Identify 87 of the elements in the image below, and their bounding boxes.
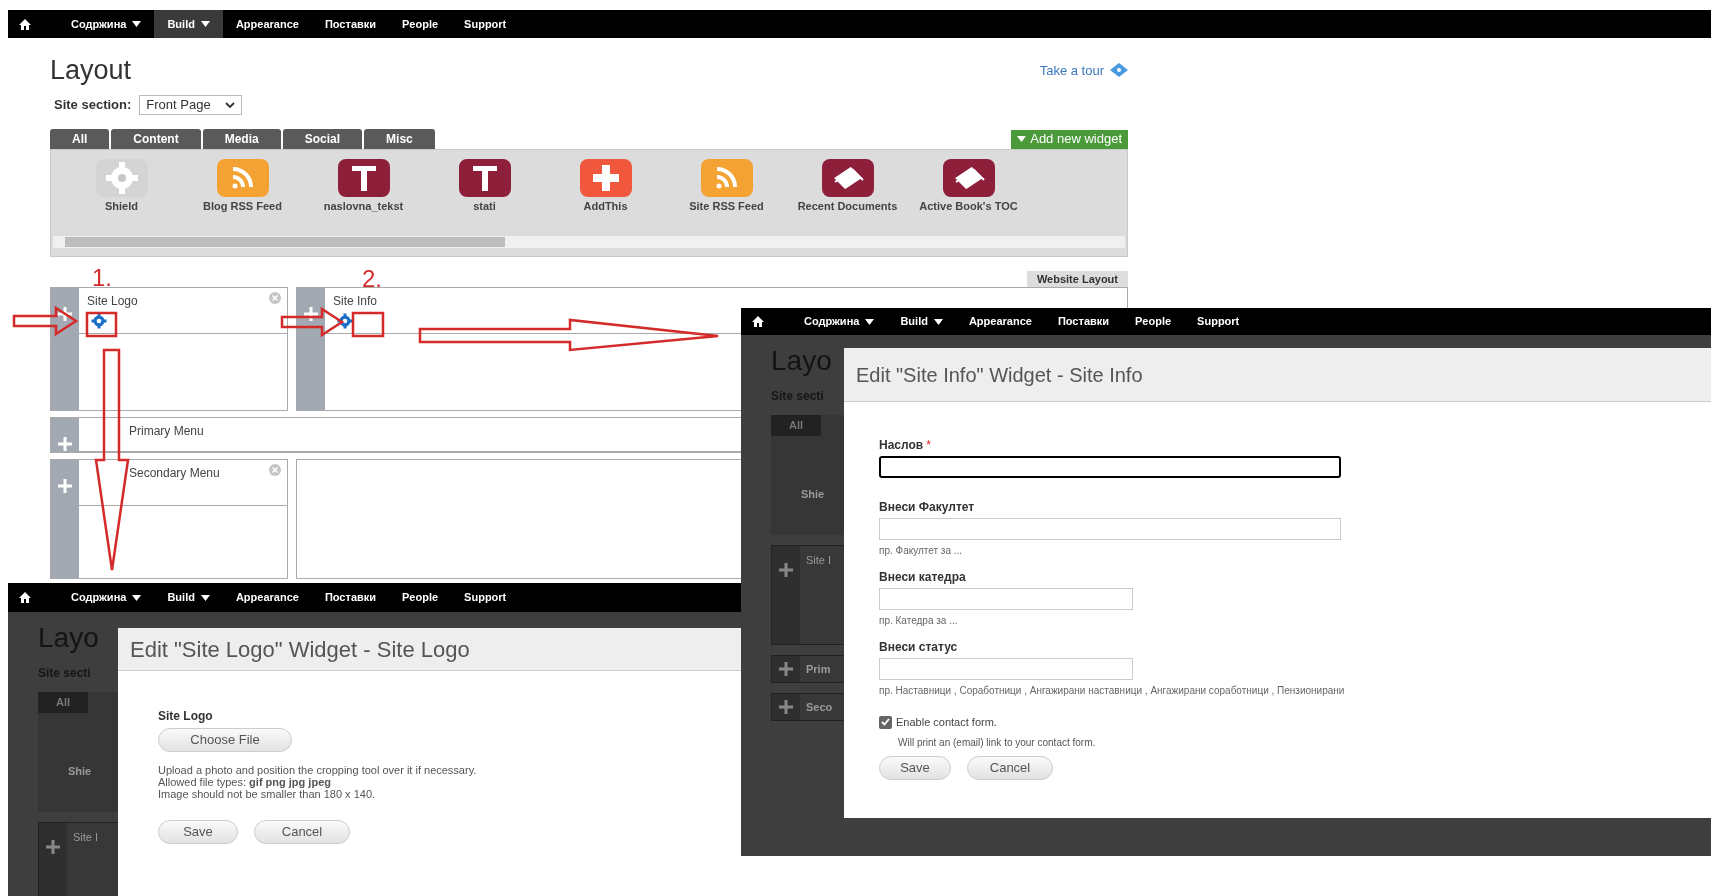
text-widget-icon <box>457 157 512 198</box>
widget-label[interactable]: AddThis <box>555 199 656 212</box>
dialog-button[interactable]: Save <box>879 755 951 780</box>
menu-item[interactable]: Build <box>154 10 223 38</box>
region-title: Site Logo <box>87 292 138 310</box>
widget-label[interactable]: stati <box>434 199 535 212</box>
widget-tab[interactable]: Social <box>282 128 363 149</box>
field-label: Site Logo <box>158 708 214 725</box>
highlight-frame <box>85 311 118 338</box>
checkbox[interactable] <box>879 715 892 729</box>
rss-widget-icon <box>699 157 754 198</box>
move-icon[interactable] <box>778 562 794 578</box>
dialog-button[interactable]: Save <box>158 819 238 844</box>
move-icon[interactable] <box>778 661 794 677</box>
widget-label[interactable]: Recent Documents <box>797 199 898 212</box>
callout-arrow <box>12 305 79 337</box>
region-title: Primary Menu <box>129 422 204 440</box>
region-title: Site I <box>73 830 99 845</box>
field-hint: пр. Факултет за ... <box>879 544 964 558</box>
dialog-button[interactable]: Cancel <box>254 819 350 844</box>
help-text: Upload a photo and position the cropping tool over it if necessary. <box>158 763 478 776</box>
field-hint: пр. Катедра за ... <box>879 614 959 628</box>
region-title: Seco <box>806 699 833 715</box>
move-icon[interactable] <box>303 305 319 322</box>
file-button[interactable]: Choose File <box>158 727 292 752</box>
field-label: Наслов <box>879 437 924 454</box>
step-number: 2. <box>362 267 382 291</box>
region-title: Prim <box>806 661 831 677</box>
text-widget-icon <box>336 157 391 198</box>
add-widget-button[interactable]: Add new widget <box>1011 129 1128 149</box>
home-icon[interactable] <box>752 316 764 327</box>
help-text: Allowed file types: gif png jpg jpeg <box>158 775 331 788</box>
widget-label[interactable]: Shield <box>71 199 172 212</box>
region-title: Secondary Menu <box>129 464 220 482</box>
check-icon <box>881 718 890 727</box>
field-label: Внеси статус <box>879 639 958 656</box>
field-label: Внеси Факултет <box>879 499 975 516</box>
move-icon[interactable] <box>45 839 61 855</box>
help-icon[interactable] <box>1110 63 1128 78</box>
widget-label[interactable]: Site RSS Feed <box>676 199 777 212</box>
dialog-title: Edit "Site Logo" Widget - Site Logo <box>130 635 470 664</box>
highlight-frame <box>351 311 385 338</box>
site-section-label: Site section: <box>54 95 132 114</box>
home-icon[interactable] <box>19 18 31 30</box>
book-widget-icon <box>941 157 996 198</box>
field-hint: пр. Наставници , Соработници , Ангажирани наставници , Ангажирани соработници , Пензионирани <box>879 684 1346 698</box>
widget-label[interactable]: Active Book's TOC <box>918 199 1019 212</box>
dialog-title: Edit "Site Info" Widget - Site Info <box>856 362 1143 388</box>
move-icon[interactable] <box>57 435 73 452</box>
required-marker: * <box>926 437 931 454</box>
region-title: Site I <box>806 553 832 568</box>
help-text: Image should not be smaller than 180 x 140. <box>158 787 377 800</box>
checkbox-label: Enable contact form. <box>896 715 997 730</box>
settings-icon[interactable] <box>337 312 353 329</box>
callout-arrow <box>280 306 345 338</box>
move-icon[interactable] <box>778 699 794 715</box>
scrollbar[interactable] <box>53 235 1125 248</box>
settings-icon[interactable] <box>91 312 107 329</box>
widget-label: Shie <box>801 486 825 502</box>
tour-link[interactable]: Take a tour <box>1039 60 1104 80</box>
dialog-button[interactable]: Cancel <box>967 755 1053 780</box>
move-icon[interactable] <box>57 305 73 322</box>
widget-label[interactable]: Blog RSS Feed <box>192 199 293 212</box>
move-icon[interactable] <box>57 477 73 494</box>
widget-tab[interactable]: Media <box>202 128 281 149</box>
site-section-select[interactable]: Front Page <box>139 94 242 115</box>
widget-tab[interactable]: Misc <box>364 128 435 149</box>
layout-button[interactable]: Website Layout <box>1026 270 1128 287</box>
field-label: Внеси катедра <box>879 569 966 586</box>
gear-widget-icon <box>94 157 149 198</box>
widget-tab[interactable]: Content <box>111 128 201 149</box>
widget-label: Shie <box>68 763 92 779</box>
rss-widget-icon <box>215 157 270 198</box>
text-field[interactable] <box>879 456 1341 478</box>
book-widget-icon <box>820 157 875 198</box>
region-title: Site Info <box>333 292 378 310</box>
step-number: 1. <box>92 266 112 290</box>
chevron-icon <box>224 101 235 108</box>
home-icon[interactable] <box>19 592 31 603</box>
plus-widget-icon <box>578 157 633 198</box>
caret-icon <box>1017 136 1027 142</box>
widget-tab[interactable]: All <box>38 692 89 713</box>
checkbox-description: Will print an (email) link to your contact form. <box>898 735 1097 750</box>
page-title: Layout <box>50 54 132 87</box>
widget-label[interactable]: naslovna_tekst <box>313 199 414 212</box>
widget-tab[interactable]: All <box>771 415 822 436</box>
widget-tab[interactable]: All <box>50 128 110 149</box>
